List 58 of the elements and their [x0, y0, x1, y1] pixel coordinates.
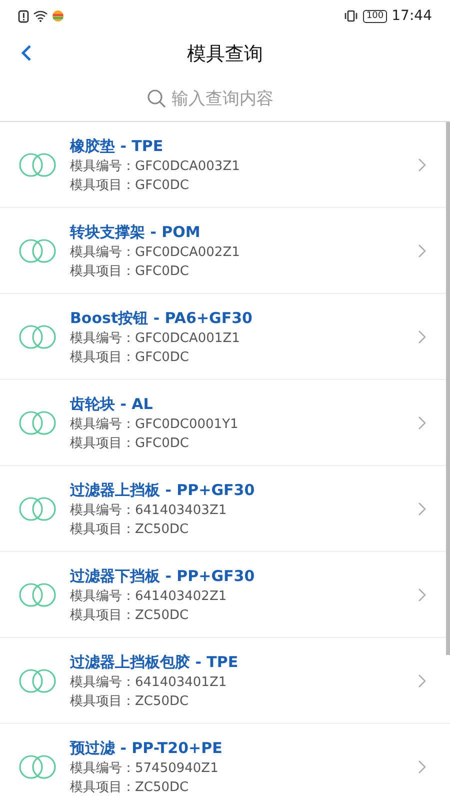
battery-level: 100	[363, 10, 387, 22]
mold-list-item[interactable]: Boost按钮 - PA6+GF30 模具编号：GFC0DCA001Z1 模具项目：GFC0DC	[0, 294, 450, 380]
chevron-right-icon	[418, 674, 426, 688]
chevron-right-icon	[418, 244, 426, 258]
mold-list-item[interactable]: 过滤器上挡板 - PP+GF30 模具编号：641403403Z1 模具项目：ZC50DC	[0, 466, 450, 552]
chevron-right-icon	[418, 502, 426, 516]
mold-list-item[interactable]: 橡胶垫 - TPE 模具编号：GFC0DCA003Z1 模具项目：GFC0DC	[0, 122, 450, 208]
chevron-right-icon	[418, 760, 426, 774]
sim-alert-icon	[18, 10, 29, 22]
mold-number: 模具编号：641403401Z1	[70, 674, 228, 692]
mold-name: 过滤器上挡板包胶 - TPE	[70, 652, 240, 672]
clock: 17:44	[392, 8, 432, 24]
mold-number: 模具编号：GFC0DC0001Y1	[70, 416, 240, 434]
mold-project: 模具项目：GFC0DC	[70, 262, 190, 280]
mold-project: 模具项目：GFC0DC	[70, 348, 190, 366]
chevron-right-icon	[418, 588, 426, 602]
mold-name: 预过滤 - PP-T20+PE	[70, 738, 224, 758]
mold-list-item[interactable]: 齿轮块 - AL 模具编号：GFC0DC0001Y1 模具项目：GFC0DC	[0, 380, 450, 466]
mold-number: 模具编号：641403402Z1	[70, 588, 228, 606]
mold-project: 模具项目：ZC50DC	[70, 520, 190, 538]
mold-name: 转块支撑架 - POM	[70, 222, 202, 242]
rings-icon	[18, 754, 58, 778]
rings-icon	[18, 152, 58, 176]
mold-name: 齿轮块 - AL	[70, 394, 154, 414]
search-icon	[146, 88, 166, 108]
mold-number: 模具编号：GFC0DCA003Z1	[70, 158, 241, 176]
mold-name: 橡胶垫 - TPE	[70, 136, 164, 156]
vibrate-icon	[344, 10, 358, 22]
rings-icon	[18, 410, 58, 434]
rings-icon	[18, 238, 58, 262]
search-field[interactable]: 输入查询内容	[146, 88, 304, 110]
wifi-icon	[33, 10, 48, 22]
mold-project: 模具项目：ZC50DC	[70, 606, 190, 624]
mold-number: 模具编号：GFC0DCA001Z1	[70, 330, 241, 348]
mold-name: Boost按钮 - PA6+GF30	[70, 308, 254, 328]
mold-list-item[interactable]: 预过滤 - PP-T20+PE 模具编号：57450940Z1 模具项目：ZC50DC	[0, 724, 450, 800]
rings-icon	[18, 496, 58, 520]
chevron-left-icon	[20, 44, 32, 62]
app-icon	[52, 10, 64, 22]
chevron-right-icon	[418, 416, 426, 430]
rings-icon	[18, 324, 58, 348]
mold-project: 模具项目：GFC0DC	[70, 176, 190, 194]
rings-icon	[18, 582, 58, 606]
chevron-right-icon	[418, 330, 426, 344]
mold-list-item[interactable]: 过滤器上挡板包胶 - TPE 模具编号：641403401Z1 模具项目：ZC50DC	[0, 638, 450, 724]
mold-project: 模具项目：ZC50DC	[70, 692, 190, 710]
chevron-right-icon	[418, 158, 426, 172]
mold-number: 模具编号：641403403Z1	[70, 502, 228, 520]
page-title: 模具查询	[187, 42, 263, 67]
mold-list-item[interactable]: 转块支撑架 - POM 模具编号：GFC0DCA002Z1 模具项目：GFC0DC	[0, 208, 450, 294]
mold-list-item[interactable]: 过滤器下挡板 - PP+GF30 模具编号：641403402Z1 模具项目：ZC50DC	[0, 552, 450, 638]
mold-project: 模具项目：ZC50DC	[70, 778, 190, 796]
mold-name: 过滤器上挡板 - PP+GF30	[70, 480, 256, 500]
mold-number: 模具编号：GFC0DCA002Z1	[70, 244, 241, 262]
mold-number: 模具编号：57450940Z1	[70, 760, 220, 778]
mold-project: 模具项目：GFC0DC	[70, 434, 190, 452]
mold-name: 过滤器下挡板 - PP+GF30	[70, 566, 256, 586]
rings-icon	[18, 668, 58, 692]
